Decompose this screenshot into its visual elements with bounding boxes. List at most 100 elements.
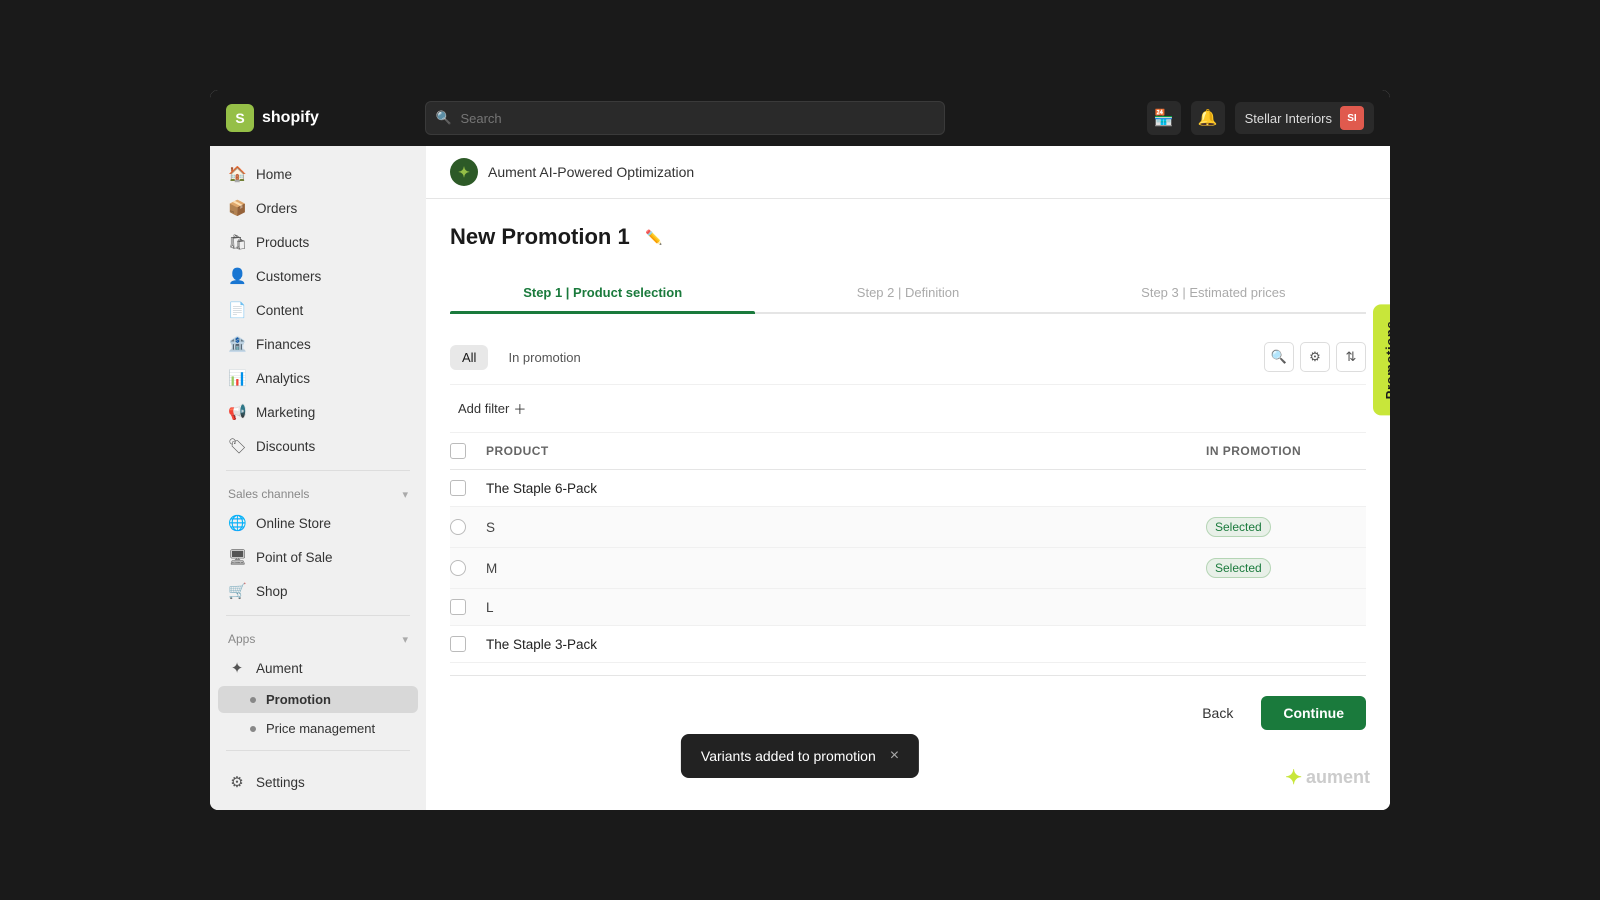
- sidebar-item-label: Point of Sale: [256, 550, 333, 565]
- row-staple6-checkbox[interactable]: [450, 480, 466, 496]
- sidebar-item-label: Shop: [256, 584, 288, 599]
- sidebar-item-label: Price management: [266, 721, 375, 736]
- search-bar-container: 🔍: [425, 101, 945, 135]
- sidebar-item-shop[interactable]: 🛒 Shop: [218, 575, 418, 607]
- table-row: The Staple 6-Pack: [450, 470, 1366, 507]
- step-2-tab[interactable]: Step 2 | Definition: [755, 275, 1060, 312]
- user-name: Stellar Interiors: [1245, 111, 1332, 126]
- add-filter-row: Add filter ＋: [450, 385, 1366, 433]
- sidebar-item-products[interactable]: 🛍 Products: [218, 226, 418, 258]
- home-icon: 🏠: [228, 165, 246, 183]
- finances-icon: 🏦: [228, 335, 246, 353]
- online-store-icon: 🌐: [228, 514, 246, 532]
- sidebar-item-home[interactable]: 🏠 Home: [218, 158, 418, 190]
- sidebar-item-label: Promotion: [266, 692, 331, 707]
- sidebar-item-customers[interactable]: 👤 Customers: [218, 260, 418, 292]
- search-input[interactable]: [425, 101, 945, 135]
- row-l-name: L: [486, 600, 1206, 615]
- tab-all[interactable]: All: [450, 345, 488, 370]
- select-all-checkbox[interactable]: [450, 443, 466, 459]
- analytics-icon: 📊: [228, 369, 246, 387]
- sidebar-item-label: Settings: [256, 775, 305, 790]
- app-header-title: Aument AI-Powered Optimization: [488, 164, 694, 180]
- add-filter-button[interactable]: Add filter ＋: [450, 395, 1366, 422]
- sidebar-item-price-management[interactable]: Price management: [218, 715, 418, 742]
- aument-logo: ✦ aument: [1285, 765, 1370, 790]
- step-3-tab[interactable]: Step 3 | Estimated prices: [1061, 275, 1366, 312]
- selected-badge: Selected: [1206, 517, 1271, 537]
- row-l-checkbox[interactable]: [450, 599, 466, 615]
- sidebar-item-online-store[interactable]: 🌐 Online Store: [218, 507, 418, 539]
- sidebar-item-label: Orders: [256, 201, 297, 216]
- back-button[interactable]: Back: [1186, 697, 1249, 729]
- sort-btn[interactable]: ⇅: [1336, 342, 1366, 372]
- sidebar-item-label: Discounts: [256, 439, 315, 454]
- sidebar-item-label: Online Store: [256, 516, 331, 531]
- row-staple3-checkbox[interactable]: [450, 636, 466, 652]
- pos-icon: 🖥: [228, 548, 246, 566]
- shop-icon: 🛒: [228, 582, 246, 600]
- sidebar-item-label: Customers: [256, 269, 321, 284]
- sidebar-divider-2: [226, 615, 410, 616]
- discounts-icon: 🏷: [228, 437, 246, 455]
- toast-close-button[interactable]: ×: [890, 747, 899, 765]
- filter-options-btn[interactable]: ⚙: [1300, 342, 1330, 372]
- sub-item-dot: [250, 726, 256, 732]
- tab-in-promotion[interactable]: In promotion: [496, 345, 592, 370]
- page-content: New Promotion 1 ✏️ Step 1 | Product sele…: [426, 199, 1390, 810]
- sidebar-item-settings[interactable]: ⚙ Settings: [218, 766, 418, 798]
- customers-icon: 👤: [228, 267, 246, 285]
- sidebar-item-marketing[interactable]: 📢 Marketing: [218, 396, 418, 428]
- step-1-tab[interactable]: Step 1 | Product selection: [450, 275, 755, 312]
- row-staple6-name: The Staple 6-Pack: [486, 481, 1206, 496]
- aument-logo-text: aument: [1306, 767, 1370, 788]
- col-in-promotion-header: In promotion: [1206, 444, 1366, 458]
- orders-icon: 📦: [228, 199, 246, 217]
- search-filter-btn[interactable]: 🔍: [1264, 342, 1294, 372]
- add-filter-label: Add filter: [458, 401, 509, 416]
- sidebar-item-aument[interactable]: ✦ Aument: [218, 652, 418, 684]
- marketing-icon: 📢: [228, 403, 246, 421]
- edit-title-button[interactable]: ✏️: [640, 223, 668, 251]
- sidebar-item-label: Products: [256, 235, 309, 250]
- shopify-logo[interactable]: S shopify: [226, 104, 319, 132]
- sidebar-item-finances[interactable]: 🏦 Finances: [218, 328, 418, 360]
- app-header: ✦ Aument AI-Powered Optimization: [426, 146, 1390, 199]
- sub-item-dot: [250, 697, 256, 703]
- sidebar-item-label: Finances: [256, 337, 311, 352]
- shopify-logo-icon: S: [226, 104, 254, 132]
- row-s-name: S: [486, 520, 1206, 535]
- filter-right-actions: 🔍 ⚙ ⇅: [1264, 342, 1366, 372]
- products-icon: 🛍: [228, 233, 246, 251]
- sidebar-item-analytics[interactable]: 📊 Analytics: [218, 362, 418, 394]
- settings-icon: ⚙: [228, 773, 246, 791]
- content-icon: 📄: [228, 301, 246, 319]
- selected-badge: Selected: [1206, 558, 1271, 578]
- sidebar-divider-3: [226, 750, 410, 751]
- sidebar-item-label: Home: [256, 167, 292, 182]
- page-title: New Promotion 1: [450, 224, 630, 250]
- sidebar-item-label: Aument: [256, 661, 303, 676]
- side-promotions-tab[interactable]: Promotions: [1373, 305, 1390, 416]
- sidebar-item-pos[interactable]: 🖥 Point of Sale: [218, 541, 418, 573]
- sidebar-item-orders[interactable]: 📦 Orders: [218, 192, 418, 224]
- sidebar-item-content[interactable]: 📄 Content: [218, 294, 418, 326]
- sidebar-item-label: Content: [256, 303, 303, 318]
- store-icon-btn[interactable]: 🏪: [1147, 101, 1181, 135]
- continue-button[interactable]: Continue: [1261, 696, 1366, 730]
- notification-icon-btn[interactable]: 🔔: [1191, 101, 1225, 135]
- side-promotions-tab-container: Promotions: [1373, 305, 1390, 596]
- plus-icon: ＋: [513, 399, 526, 418]
- col-product-header: Product: [486, 444, 1206, 458]
- shopify-logo-text: shopify: [262, 109, 319, 127]
- sidebar-divider-1: [226, 470, 410, 471]
- nav-right: 🏪 🔔 Stellar Interiors SI: [1147, 101, 1374, 135]
- table-header: Product In promotion: [450, 433, 1366, 470]
- row-m-checkbox[interactable]: [450, 560, 466, 576]
- row-s-checkbox[interactable]: [450, 519, 466, 535]
- user-menu[interactable]: Stellar Interiors SI: [1235, 102, 1374, 134]
- top-nav: S shopify 🔍 🏪 🔔 Stellar Interiors SI: [210, 90, 1390, 146]
- sidebar-item-discounts[interactable]: 🏷 Discounts: [218, 430, 418, 462]
- apps-label: Apps ▾: [218, 624, 418, 650]
- sidebar-item-promotion[interactable]: Promotion: [218, 686, 418, 713]
